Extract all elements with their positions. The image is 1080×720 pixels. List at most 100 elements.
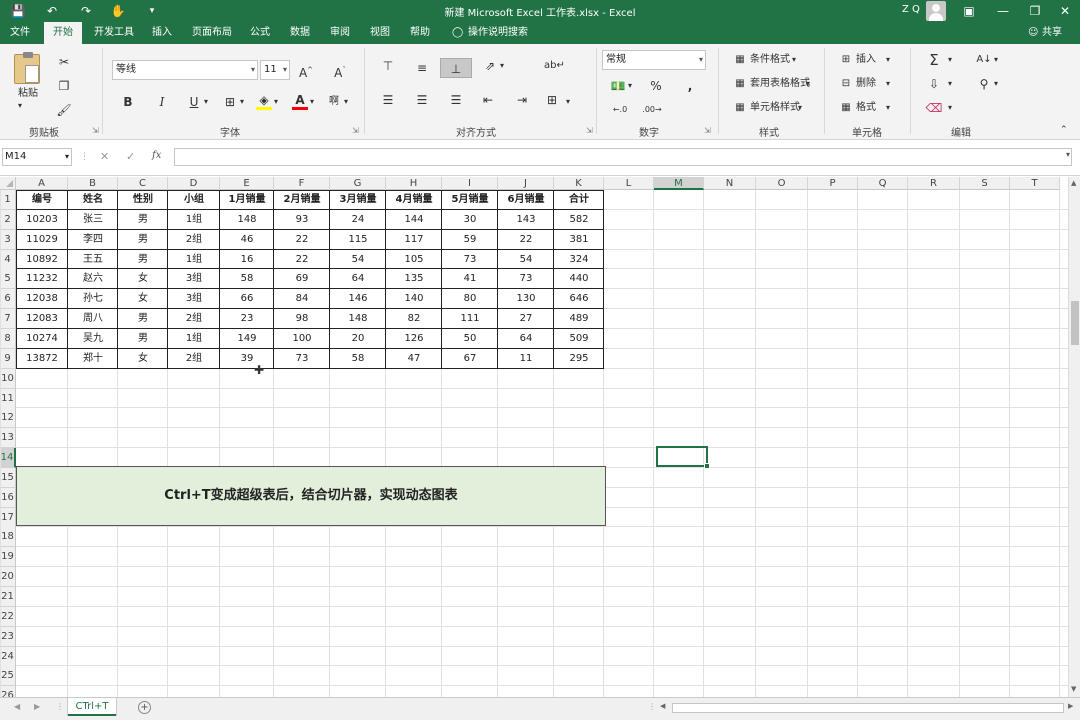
clear-dropdown-icon[interactable]: ▾ xyxy=(948,100,952,116)
format-as-table-dropdown-icon[interactable]: ▾ xyxy=(806,76,810,92)
tip-banner[interactable]: Ctrl+T变成超级表后，结合切片器，实现动态图表 xyxy=(16,466,606,526)
table-header-cell[interactable]: 4月销量 xyxy=(386,190,442,210)
table-cell[interactable]: 135 xyxy=(386,269,442,289)
accounting-dropdown-icon[interactable]: ▾ xyxy=(628,78,632,94)
find-select-icon[interactable]: ⚲ xyxy=(974,74,994,94)
align-bottom-icon[interactable]: ⊥ xyxy=(440,58,472,78)
column-header-k[interactable]: K xyxy=(554,177,604,190)
table-cell[interactable]: 146 xyxy=(330,289,386,309)
table-header-cell[interactable]: 合计 xyxy=(554,190,604,210)
font-color-dropdown-icon[interactable]: ▾ xyxy=(310,94,314,110)
table-cell[interactable]: 24 xyxy=(330,210,386,230)
table-cell[interactable]: 10892 xyxy=(16,250,68,270)
insert-cells-button[interactable]: 插入 xyxy=(856,52,876,68)
alignment-launcher-icon[interactable]: ⇲ xyxy=(586,126,593,135)
table-cell[interactable]: 295 xyxy=(554,349,604,369)
fill-color-dropdown-icon[interactable]: ▾ xyxy=(274,94,278,110)
table-cell[interactable]: 22 xyxy=(498,230,554,250)
row-header-17[interactable]: 17 xyxy=(0,507,16,528)
column-header-a[interactable]: A xyxy=(16,177,68,190)
table-cell[interactable]: 54 xyxy=(498,250,554,270)
copy-icon[interactable]: ❐ xyxy=(54,76,74,96)
table-cell[interactable]: 孙七 xyxy=(68,289,118,309)
table-cell[interactable]: 73 xyxy=(442,250,498,270)
table-cell[interactable]: 郑十 xyxy=(68,349,118,369)
share-button[interactable]: 共享 xyxy=(1036,22,1068,44)
table-header-cell[interactable]: 编号 xyxy=(16,190,68,210)
table-header-cell[interactable]: 性别 xyxy=(118,190,168,210)
merge-center-icon[interactable]: ⊞ xyxy=(542,90,562,110)
table-cell[interactable]: 148 xyxy=(220,210,274,230)
table-cell[interactable]: 82 xyxy=(386,309,442,329)
comma-style-button[interactable]: , xyxy=(680,76,700,96)
table-cell[interactable]: 3组 xyxy=(168,289,220,309)
row-header-21[interactable]: 21 xyxy=(0,587,16,607)
table-cell[interactable]: 男 xyxy=(118,250,168,270)
sheet-tab-ctrl-t[interactable]: CTrl+T xyxy=(68,698,116,716)
column-header-q[interactable]: Q xyxy=(858,177,908,190)
row-header-9[interactable]: 9 xyxy=(0,348,16,369)
table-cell[interactable]: 130 xyxy=(498,289,554,309)
insert-cells-icon[interactable]: ⊞ xyxy=(836,50,856,70)
clipboard-launcher-icon[interactable]: ⇲ xyxy=(92,126,99,135)
table-cell[interactable]: 女 xyxy=(118,269,168,289)
orientation-icon[interactable]: ⇗ xyxy=(480,56,500,76)
vertical-scroll-thumb[interactable] xyxy=(1071,301,1079,345)
font-name-dropdown-icon[interactable]: ▾ xyxy=(251,61,255,79)
table-cell[interactable]: 13872 xyxy=(16,349,68,369)
cell-styles-icon[interactable]: ▦ xyxy=(730,98,750,118)
table-cell[interactable]: 1组 xyxy=(168,210,220,230)
table-cell[interactable]: 509 xyxy=(554,329,604,349)
row-header-5[interactable]: 5 xyxy=(0,269,16,290)
clear-icon[interactable]: ⌫ xyxy=(924,98,944,118)
increase-indent-icon[interactable]: ⇥ xyxy=(512,90,532,110)
tab-file[interactable]: 文件 xyxy=(4,22,36,44)
table-cell[interactable]: 64 xyxy=(330,269,386,289)
column-header-n[interactable]: N xyxy=(704,177,756,190)
format-cells-icon[interactable]: ▦ xyxy=(836,98,856,118)
row-header-1[interactable]: 1 xyxy=(0,190,16,210)
table-cell[interactable]: 39 xyxy=(220,349,274,369)
column-header-e[interactable]: E xyxy=(220,177,274,190)
table-cell[interactable]: 20 xyxy=(330,329,386,349)
table-cell[interactable]: 100 xyxy=(274,329,330,349)
row-header-19[interactable]: 19 xyxy=(0,547,16,568)
row-header-18[interactable]: 18 xyxy=(0,527,16,548)
table-cell[interactable]: 30 xyxy=(442,210,498,230)
table-cell[interactable]: 381 xyxy=(554,230,604,250)
table-cell[interactable]: 男 xyxy=(118,329,168,349)
table-cell[interactable]: 男 xyxy=(118,309,168,329)
table-header-cell[interactable]: 2月销量 xyxy=(274,190,330,210)
new-sheet-button[interactable]: + xyxy=(138,701,151,714)
number-format-dropdown-icon[interactable]: ▾ xyxy=(699,51,703,69)
table-cell[interactable]: 111 xyxy=(442,309,498,329)
row-header-23[interactable]: 23 xyxy=(0,626,16,647)
tab-insert[interactable]: 插入 xyxy=(146,22,178,44)
table-header-cell[interactable]: 5月销量 xyxy=(442,190,498,210)
table-cell[interactable]: 12083 xyxy=(16,309,68,329)
phonetic-dropdown-icon[interactable]: ▾ xyxy=(344,94,348,110)
row-header-13[interactable]: 13 xyxy=(0,428,16,449)
table-cell[interactable]: 张三 xyxy=(68,210,118,230)
table-cell[interactable]: 93 xyxy=(274,210,330,230)
table-cell[interactable]: 22 xyxy=(274,250,330,270)
table-cell[interactable]: 126 xyxy=(386,329,442,349)
table-cell[interactable]: 1组 xyxy=(168,329,220,349)
table-cell[interactable]: 23 xyxy=(220,309,274,329)
select-all-button[interactable] xyxy=(0,177,16,190)
column-header-g[interactable]: G xyxy=(330,177,386,190)
percent-style-button[interactable]: % xyxy=(646,76,666,96)
table-cell[interactable]: 46 xyxy=(220,230,274,250)
name-box-dropdown-icon[interactable]: ▾ xyxy=(65,149,69,165)
accounting-format-icon[interactable]: 💵 xyxy=(608,76,628,96)
table-cell[interactable]: 吴九 xyxy=(68,329,118,349)
row-header-11[interactable]: 11 xyxy=(0,388,16,409)
collapse-ribbon-icon[interactable]: ⌃ xyxy=(1060,122,1068,138)
find-select-dropdown-icon[interactable]: ▾ xyxy=(994,76,998,92)
tab-formulas[interactable]: 公式 xyxy=(244,22,276,44)
insert-cells-dropdown-icon[interactable]: ▾ xyxy=(886,52,890,68)
row-header-12[interactable]: 12 xyxy=(0,408,16,429)
column-header-h[interactable]: H xyxy=(386,177,442,190)
align-center-icon[interactable]: ☰ xyxy=(412,90,432,110)
table-header-cell[interactable]: 小组 xyxy=(168,190,220,210)
